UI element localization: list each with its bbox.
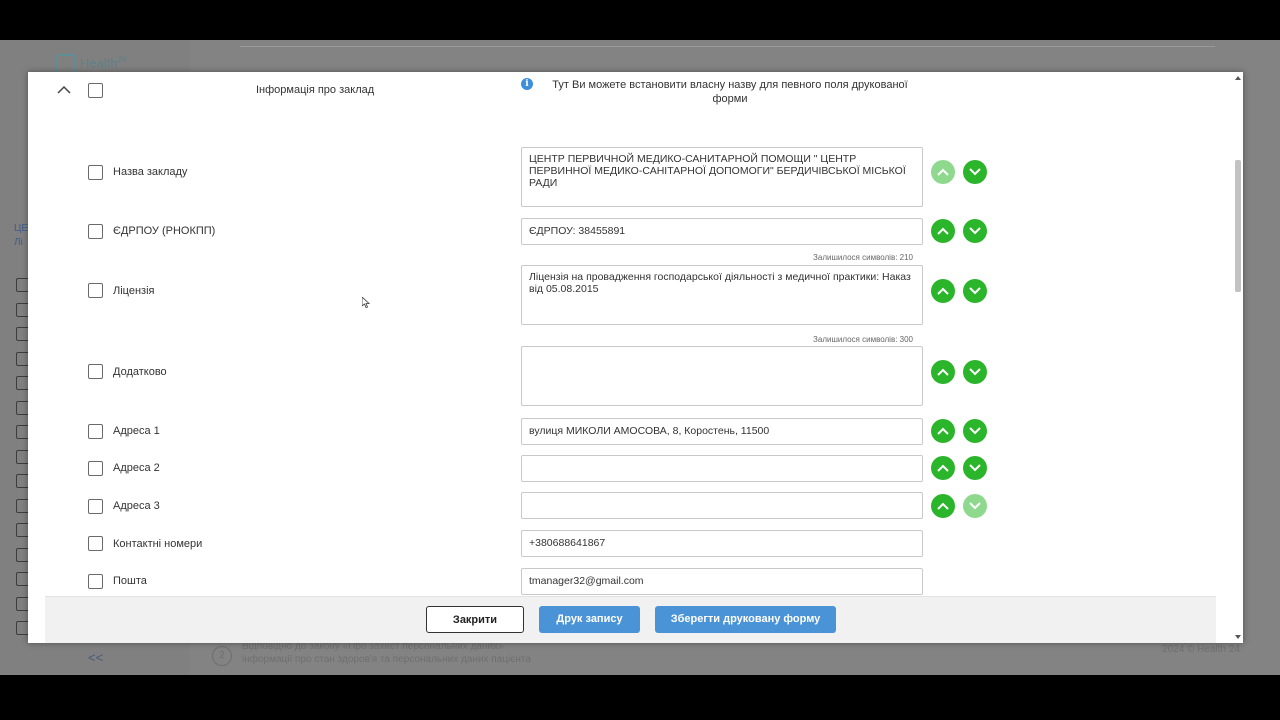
field-address-3[interactable] [521,492,923,519]
chevron-down-icon [969,287,981,295]
logo-text: Health [80,55,118,71]
field-address-2[interactable] [521,455,923,482]
remaining-chars-license: Залишилося символів: 210 [813,253,913,262]
label-address-1: Адреса 1 [113,425,160,437]
move-down-button[interactable] [963,360,987,384]
checkbox-additional[interactable] [88,364,103,379]
move-up-button[interactable] [931,160,955,184]
modal-content: Інформація про заклад i Тут Ви можете вс… [45,72,1216,596]
label-email: Пошта [113,575,147,587]
chevron-up-icon [937,464,949,472]
move-up-button[interactable] [931,419,955,443]
section-title: Інформація про заклад [256,84,375,96]
move-up-button[interactable] [931,456,955,480]
mouse-cursor-icon [362,297,370,308]
field-license[interactable]: Ліцензія на провадження господарської ді… [521,265,923,325]
chevron-up-icon [937,227,949,235]
close-button[interactable]: Закрити [426,606,524,633]
label-facility-name: Назва закладу [113,166,188,178]
checkbox-address-1[interactable] [88,424,103,439]
move-down-button[interactable] [963,494,987,518]
logo-sup: 24 [117,55,127,65]
move-down-button[interactable] [963,279,987,303]
scrollbar-thumb[interactable] [1235,160,1241,292]
footer-notice: Відповідно до закону «Про захист персона… [242,640,531,666]
field-address-1[interactable]: вулиця МИКОЛИ АМОСОВА, 8, Коростень, 115… [521,418,923,445]
field-email[interactable]: tmanager32@gmail.com [521,568,923,595]
label-address-3: Адреса 3 [113,500,160,512]
label-phones: Контактні номери [113,538,203,550]
step-badge: 2 [212,646,232,666]
field-facility-name[interactable]: ЦЕНТР ПЕРВИЧНОЙ МЕДИКО-САНИТАРНОЙ ПОМОЩИ… [521,147,923,207]
field-additional[interactable] [521,346,923,406]
remaining-chars-additional: Залишилося символів: 300 [813,335,913,344]
logo-plus-icon [56,54,76,74]
info-text: Тут Ви можете встановити власну назву дл… [552,79,908,105]
chevron-up-icon [937,287,949,295]
checkbox-license[interactable] [88,283,103,298]
chevron-up-icon[interactable] [57,83,71,97]
footer-line-2: інформації про стан здоров'я та персонал… [242,654,531,665]
info-icon: i [521,78,533,90]
chevron-down-icon [969,368,981,376]
app-logo: Health24 [56,54,126,74]
chevron-up-icon [937,427,949,435]
modal-scrollbar[interactable] [1216,72,1243,643]
copyright: 2024 © Health 24 [1162,644,1240,655]
save-print-form-button[interactable]: Зберегти друковану форму [655,606,836,633]
select-all-checkbox[interactable] [88,83,103,98]
chevron-down-icon [969,464,981,472]
checkbox-facility-name[interactable] [88,165,103,180]
move-down-button[interactable] [963,219,987,243]
checkbox-phones[interactable] [88,536,103,551]
chevron-down-icon [969,427,981,435]
print-form-modal: Інформація про заклад i Тут Ви можете вс… [28,72,1243,643]
checkbox-address-3[interactable] [88,499,103,514]
field-phones[interactable]: +380688641867 [521,530,923,557]
scroll-down-icon[interactable] [1235,635,1241,639]
move-down-button[interactable] [963,419,987,443]
label-additional: Додатково [113,366,167,378]
move-down-button[interactable] [963,456,987,480]
move-down-button[interactable] [963,160,987,184]
modal-footer: Закрити Друк запису Зберегти друковану ф… [45,596,1216,643]
field-edrpou[interactable]: ЄДРПОУ: 38455891 [521,218,923,245]
checkbox-address-2[interactable] [88,461,103,476]
move-up-button[interactable] [931,279,955,303]
label-address-2: Адреса 2 [113,462,160,474]
chevron-down-icon [969,168,981,176]
move-up-button[interactable] [931,494,955,518]
move-up-button[interactable] [931,360,955,384]
chevron-down-icon [969,502,981,510]
chevron-up-icon [937,168,949,176]
checkbox-edrpou[interactable] [88,224,103,239]
sidebar-org-label: ЦЕ Лі [14,222,28,250]
sidebar-org-label-1: ЦЕ [14,223,29,234]
move-up-button[interactable] [931,219,955,243]
print-record-button[interactable]: Друк запису [539,606,640,633]
checkbox-email[interactable] [88,574,103,589]
chevron-up-icon [937,368,949,376]
label-license: Ліцензія [113,285,155,297]
scroll-up-icon[interactable] [1235,76,1241,80]
chevron-up-icon [937,502,949,510]
chevron-down-icon [969,227,981,235]
label-edrpou: ЄДРПОУ (РНОКПП) [113,225,216,237]
sidebar-collapse-button[interactable]: << [88,650,103,665]
sidebar-org-label-2: Лі [14,237,23,248]
divider [240,46,1215,47]
